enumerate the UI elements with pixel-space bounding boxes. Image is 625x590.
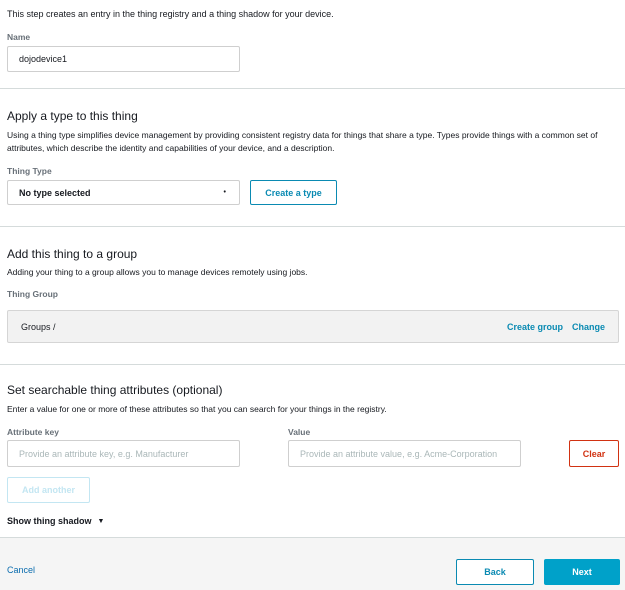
add-another-button[interactable]: Add another [7, 477, 90, 503]
attribute-key-input[interactable]: Provide an attribute key, e.g. Manufactu… [7, 440, 240, 467]
thing-type-selected-value: No type selected [19, 187, 91, 198]
next-button[interactable]: Next [544, 559, 620, 585]
intro-text: This step creates an entry in the thing … [7, 9, 334, 19]
type-section-title: Apply a type to this thing [7, 109, 138, 123]
change-group-link[interactable]: Change [572, 322, 605, 332]
thing-group-box: Groups / Create group Change [7, 310, 619, 343]
name-input[interactable]: dojodevice1 [7, 46, 240, 72]
group-section-title: Add this thing to a group [7, 247, 138, 261]
thing-type-label: Thing Type [7, 166, 52, 176]
attribute-value-input[interactable]: Provide an attribute value, e.g. Acme-Co… [288, 440, 521, 467]
thing-group-label: Thing Group [7, 289, 58, 299]
thing-type-select[interactable]: No type selected • [7, 180, 240, 205]
caret-down-icon: ▼ [97, 517, 105, 525]
group-section-description: Adding your thing to a group allows you … [7, 267, 308, 277]
section-divider [0, 364, 625, 365]
attribute-value-label: Value [288, 427, 311, 437]
name-label: Name [7, 32, 31, 42]
section-divider [0, 88, 625, 89]
attributes-section-title: Set searchable thing attributes (optiona… [7, 383, 223, 397]
show-thing-shadow-label: Show thing shadow [7, 516, 92, 526]
back-button[interactable]: Back [456, 559, 534, 585]
attributes-section-description: Enter a value for one or more of these a… [7, 404, 387, 414]
dropdown-caret-icon: • [223, 189, 226, 196]
create-type-button[interactable]: Create a type [250, 180, 337, 205]
section-divider [0, 226, 625, 227]
type-section-description: Using a thing type simplifies device man… [7, 130, 598, 153]
create-group-link[interactable]: Create group [507, 322, 563, 332]
cancel-link[interactable]: Cancel [7, 565, 35, 575]
show-thing-shadow-toggle[interactable]: Show thing shadow ▼ [7, 516, 104, 526]
wizard-footer: Cancel Back Next [0, 537, 625, 590]
group-breadcrumb: Groups / [21, 321, 56, 332]
attribute-key-label: Attribute key [7, 427, 59, 437]
clear-button[interactable]: Clear [569, 440, 619, 467]
